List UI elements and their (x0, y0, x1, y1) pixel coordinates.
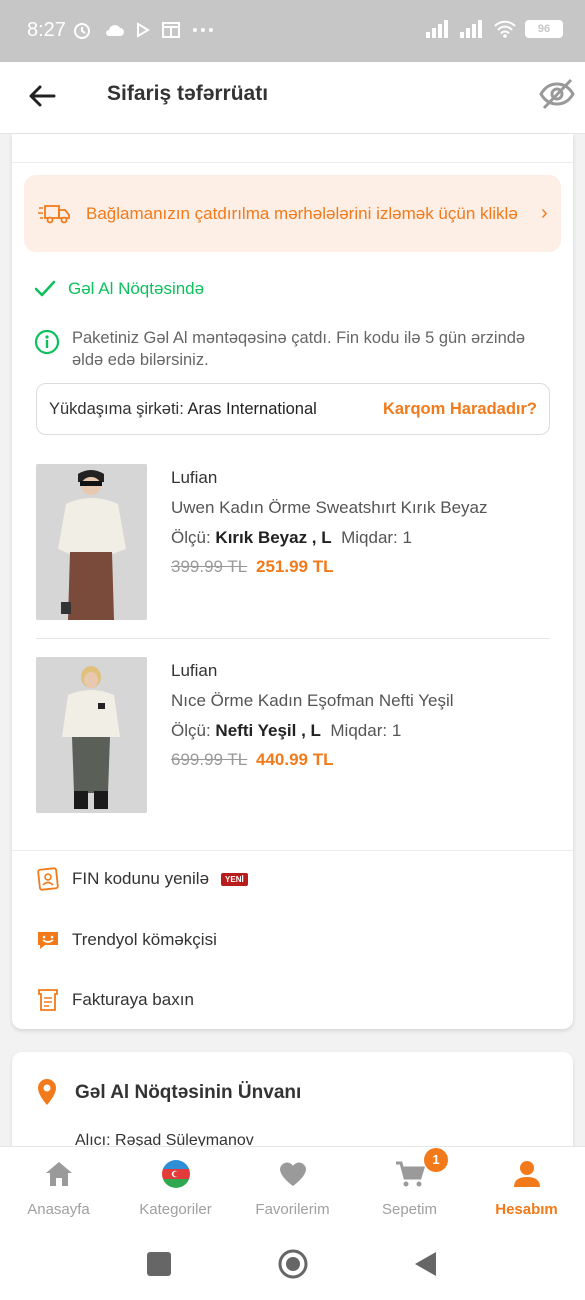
id-card-icon (37, 867, 59, 891)
product-prices: 399.99 TL 251.99 TL (171, 557, 334, 577)
cargo-label: Yükdaşıma şirkəti: Aras International (49, 400, 317, 419)
system-nav-bar (0, 1236, 585, 1300)
system-back-icon[interactable] (412, 1250, 438, 1278)
nav-favorites-label: Favorilerim (255, 1201, 330, 1218)
status-left-icons (72, 20, 214, 40)
eye-off-icon[interactable] (538, 77, 576, 111)
cart-icon (396, 1161, 426, 1187)
product-brand: Lufian (171, 661, 218, 680)
cargo-box: Yükdaşıma şirkəti: Aras International Ka… (36, 383, 550, 435)
nav-cart[interactable]: 1 Sepetim (351, 1147, 468, 1237)
nav-account-label: Hesabım (495, 1201, 558, 1218)
product-image[interactable] (36, 464, 147, 620)
status-bar: 8:27 96 (0, 0, 585, 62)
heart-icon (280, 1162, 306, 1186)
product-item[interactable]: Lufian Uwen Kadın Örme Sweatshırt Kırık … (36, 464, 550, 622)
divider (12, 162, 573, 163)
recents-button[interactable] (147, 1252, 171, 1276)
nav-account[interactable]: Hesabım (468, 1147, 585, 1237)
location-pin-icon (38, 1079, 56, 1105)
signal-icon-2 (460, 20, 482, 38)
status-right-icons: 96 (425, 20, 563, 38)
divider (12, 850, 573, 851)
product-photo-tracksuit (36, 657, 147, 813)
alarm-icon (74, 23, 90, 39)
status-time: 8:27 (27, 19, 66, 41)
check-icon (34, 280, 56, 297)
info-icon (34, 329, 60, 355)
size-label: Ölçü: (171, 721, 211, 740)
product-name: Uwen Kadın Örme Sweatshırt Kırık Beyaz (171, 498, 488, 517)
new-price: 251.99 TL (256, 557, 334, 576)
invoice-label: Fakturaya baxın (72, 990, 194, 1009)
qty-value: 1 (402, 528, 412, 547)
invoice-action[interactable]: Fakturaya baxın (36, 988, 194, 1012)
back-arrow-icon[interactable] (26, 80, 58, 112)
home-icon (46, 1162, 72, 1186)
order-detail-card: Bağlamanızın çatdırılma mərhələlərini iz… (12, 134, 573, 1029)
tracking-banner[interactable]: Bağlamanızın çatdırılma mərhələlərini iz… (24, 175, 561, 252)
product-photo-sweatshirt (36, 464, 147, 620)
product-brand: Lufian (171, 468, 218, 487)
qty-label: Miqdar: (330, 721, 388, 740)
battery-indicator: 96 (525, 20, 563, 38)
play-icon (137, 22, 150, 38)
qty-label: Miqdar: (341, 528, 398, 547)
product-image[interactable] (36, 657, 147, 813)
cloud-icon (106, 25, 124, 36)
product-attributes: Ölçü: Kırık Beyaz , L Miqdar: 1 (171, 528, 412, 548)
cargo-company: Aras International (187, 400, 317, 418)
user-icon (514, 1161, 540, 1187)
new-badge: YENİ (221, 872, 248, 886)
cargo-label-text: Yükdaşıma şirkəti: (49, 400, 184, 418)
product-name: Nıce Örme Kadın Eşofman Nefti Yeşil (171, 691, 454, 710)
fin-code-label: FIN kodunu yenilə (72, 869, 210, 888)
delivery-status-label: Gəl Al Nöqtəsində (68, 279, 205, 298)
app-header: Sifariş təfərrüatı (0, 62, 585, 134)
assistant-label: Trendyol köməkçisi (72, 930, 217, 949)
fin-code-action[interactable]: FIN kodunu yenilə YENİ (36, 867, 248, 891)
cart-count-badge: 1 (424, 1148, 448, 1172)
delivery-status: Gəl Al Nöqtəsində (34, 278, 204, 300)
window-icon (162, 22, 180, 38)
chevron-right-icon: › (541, 202, 548, 224)
nav-categories[interactable]: Kategoriler (117, 1147, 234, 1237)
assistant-action[interactable]: Trendyol köməkçisi (36, 928, 217, 952)
invoice-icon (38, 989, 58, 1011)
product-attributes: Ölçü: Nefti Yeşil , L Miqdar: 1 (171, 721, 401, 741)
page-title: Sifariş təfərrüatı (107, 82, 269, 105)
bottom-nav: Anasayfa Kategoriler Favorilerim 1 Sepet… (0, 1146, 585, 1236)
size-value: Kırık Beyaz , L (215, 528, 332, 547)
address-title: Gəl Al Nöqtəsinin Ünvanı (75, 1082, 302, 1103)
signal-icon (426, 20, 448, 38)
nav-cart-label: Sepetim (381, 1201, 438, 1218)
old-price: 399.99 TL (171, 557, 248, 576)
wifi-icon (494, 20, 516, 38)
truck-icon (38, 205, 70, 224)
tracking-banner-text: Bağlamanızın çatdırılma mərhələlərini iz… (86, 204, 518, 223)
home-button-icon[interactable] (277, 1248, 309, 1280)
qty-value: 1 (391, 721, 402, 740)
product-prices: 699.99 TL 440.99 TL (171, 750, 334, 770)
nav-home[interactable]: Anasayfa (0, 1147, 117, 1237)
nav-categories-label: Kategoriler (139, 1201, 212, 1218)
nav-home-label: Anasayfa (27, 1201, 90, 1218)
product-item[interactable]: Lufian Nıce Örme Kadın Eşofman Nefti Yeş… (36, 657, 550, 815)
cargo-track-link[interactable]: Karqom Haradadır? (383, 400, 537, 419)
nav-favorites[interactable]: Favorilerim (234, 1147, 351, 1237)
delivery-info-text: Paketiniz Gəl Al məntəqəsinə çatdı. Fin … (72, 329, 526, 369)
azerbaijan-flag-icon (162, 1160, 190, 1188)
size-label: Ölçü: (171, 528, 211, 547)
chat-smile-icon (38, 932, 58, 949)
old-price: 699.99 TL (171, 750, 248, 769)
new-price: 440.99 TL (256, 750, 334, 769)
size-value: Nefti Yeşil , L (215, 721, 321, 740)
divider (36, 638, 550, 639)
more-dots-icon (193, 28, 213, 32)
